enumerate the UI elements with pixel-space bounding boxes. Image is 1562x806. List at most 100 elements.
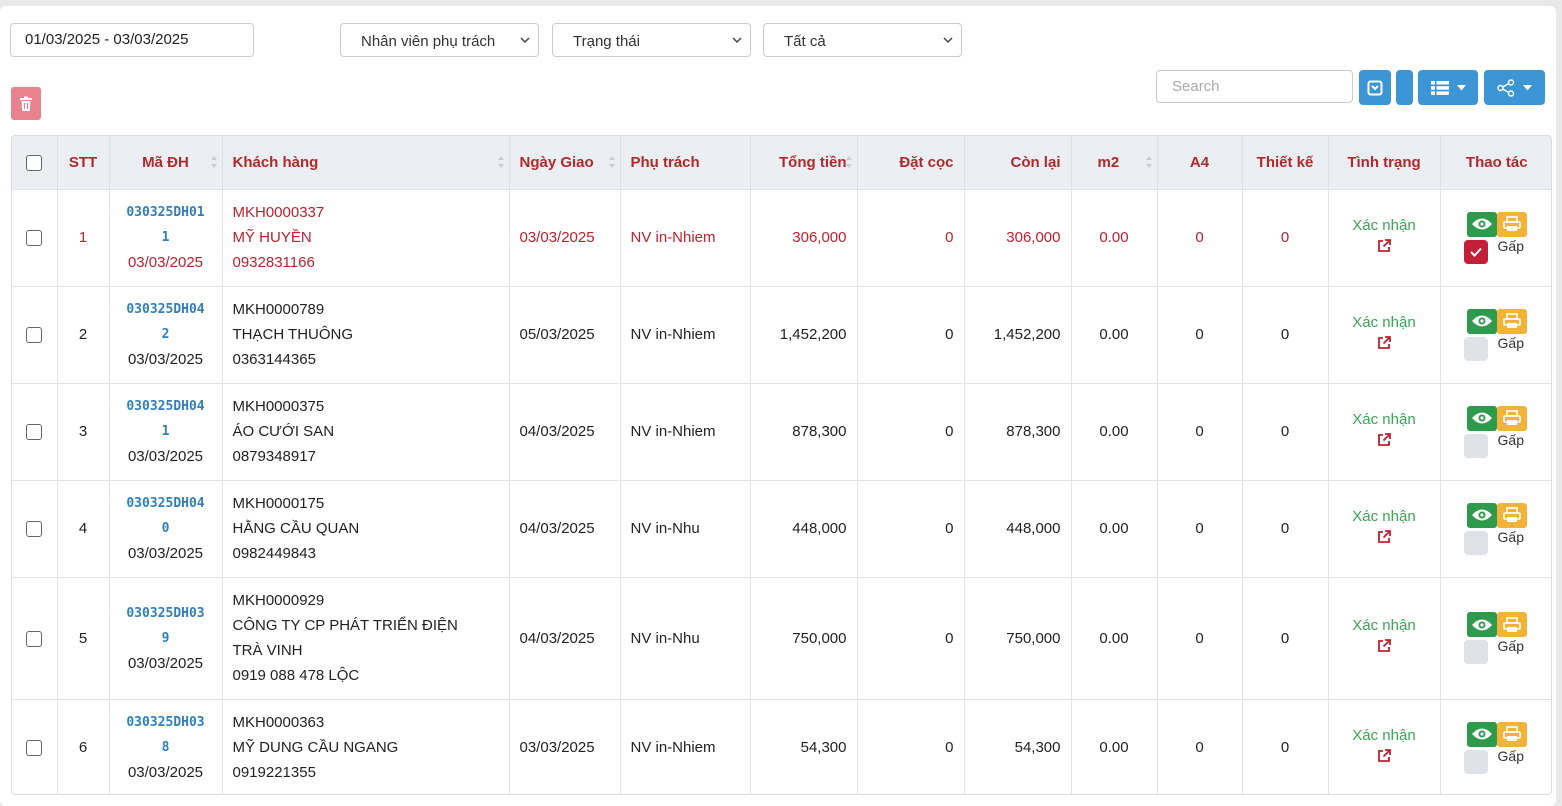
order-date: 03/03/2025 bbox=[127, 545, 204, 562]
export-button[interactable] bbox=[1359, 70, 1391, 105]
view-button[interactable] bbox=[1466, 612, 1497, 637]
row-checkbox[interactable] bbox=[26, 424, 43, 441]
header-staff[interactable]: Phụ trách bbox=[620, 136, 751, 189]
external-link-icon[interactable] bbox=[1376, 529, 1392, 545]
view-button[interactable] bbox=[1466, 308, 1497, 334]
urgent-toggle[interactable] bbox=[1463, 640, 1488, 664]
header-a4[interactable]: A4 bbox=[1157, 136, 1243, 189]
view-button[interactable] bbox=[1466, 211, 1497, 237]
header-customer[interactable]: Khách hàng bbox=[222, 136, 510, 189]
header-remaining[interactable]: Còn lại bbox=[964, 136, 1072, 189]
select-all-checkbox[interactable] bbox=[26, 154, 43, 171]
customer-phone: 0982449843 bbox=[232, 545, 316, 562]
urgent-toggle[interactable] bbox=[1463, 530, 1488, 555]
external-link-icon[interactable] bbox=[1376, 638, 1392, 654]
external-link-icon[interactable] bbox=[1376, 335, 1392, 351]
status-select[interactable]: Trạng thái bbox=[552, 23, 751, 57]
printer-icon bbox=[1502, 313, 1521, 328]
deposit-amount: 0 bbox=[857, 576, 965, 699]
check-icon bbox=[1469, 247, 1482, 257]
status-confirm-link[interactable]: Xác nhận bbox=[1339, 311, 1430, 335]
delivery-date: 05/03/2025 bbox=[509, 285, 621, 383]
order-code-link-suffix[interactable]: 0 bbox=[120, 516, 212, 541]
row-checkbox[interactable] bbox=[26, 327, 43, 344]
status-confirm-link[interactable]: Xác nhận bbox=[1339, 214, 1430, 238]
table-row[interactable]: 4 030325DH04 0 03/03/2025 MKH0000175 HẰN… bbox=[12, 479, 1551, 577]
customer-id: MKH0000337 bbox=[232, 204, 325, 221]
order-code-link-suffix[interactable]: 8 bbox=[120, 735, 212, 760]
all-select[interactable]: Tất cả bbox=[763, 23, 962, 57]
customer-name: ÁO CƯỚI SAN bbox=[232, 423, 335, 440]
print-button[interactable] bbox=[1496, 405, 1527, 431]
urgent-toggle[interactable] bbox=[1463, 239, 1488, 264]
urgent-label: Gấp bbox=[1497, 528, 1524, 545]
status-select-value: Trạng thái bbox=[573, 33, 640, 50]
customer-cell: MKH0000789 THẠCH THUÔNG 0363144365 bbox=[222, 285, 510, 383]
header-m2[interactable]: m2 bbox=[1071, 136, 1158, 189]
print-button[interactable] bbox=[1496, 502, 1527, 528]
staff-select[interactable]: Nhân viên phụ trách bbox=[340, 23, 539, 57]
order-code-link-suffix[interactable]: 9 bbox=[120, 626, 212, 651]
order-code-link-suffix[interactable]: 1 bbox=[120, 419, 212, 444]
urgent-toggle[interactable] bbox=[1463, 336, 1488, 361]
external-link-icon[interactable] bbox=[1376, 748, 1392, 764]
status-confirm-link[interactable]: Xác nhận bbox=[1339, 724, 1430, 748]
row-checkbox[interactable] bbox=[26, 740, 43, 757]
row-checkbox[interactable] bbox=[26, 630, 43, 647]
order-code-link[interactable]: 030325DH03 bbox=[120, 710, 212, 735]
header-delivery[interactable]: Ngày Giao bbox=[509, 136, 621, 189]
header-code[interactable]: Mã ĐH bbox=[109, 136, 223, 189]
external-link-icon[interactable] bbox=[1376, 238, 1392, 254]
header-status[interactable]: Tình trạng bbox=[1328, 136, 1441, 189]
date-range-picker[interactable]: 01/03/2025 - 03/03/2025 bbox=[10, 23, 254, 57]
share-dropdown-button[interactable] bbox=[1484, 70, 1545, 105]
table-row[interactable]: 5 030325DH03 9 03/03/2025 MKH0000929 CÔN… bbox=[12, 576, 1551, 699]
status-confirm-link[interactable]: Xác nhận bbox=[1339, 505, 1430, 529]
customer-name: MỸ HUYỀN bbox=[232, 229, 312, 246]
order-code-link-suffix[interactable]: 2 bbox=[120, 322, 212, 347]
view-button[interactable] bbox=[1466, 502, 1497, 528]
order-code-link[interactable]: 030325DH03 bbox=[120, 601, 212, 626]
header-stt[interactable]: STT bbox=[57, 136, 110, 189]
delete-button[interactable] bbox=[11, 87, 41, 120]
archive-icon bbox=[1367, 80, 1383, 95]
row-checkbox[interactable] bbox=[26, 230, 43, 247]
urgent-toggle[interactable] bbox=[1463, 433, 1488, 458]
print-button[interactable] bbox=[1496, 211, 1527, 237]
status-confirm-link[interactable]: Xác nhận bbox=[1339, 408, 1430, 432]
table-row[interactable]: 6 030325DH03 8 03/03/2025 MKH0000363 MỸ … bbox=[12, 698, 1551, 794]
trash-icon bbox=[20, 96, 32, 111]
urgent-toggle[interactable] bbox=[1463, 749, 1488, 774]
status-cell: Xác nhận bbox=[1328, 382, 1441, 480]
header-total[interactable]: Tổng tiền bbox=[750, 136, 858, 189]
row-select-cell bbox=[12, 188, 58, 286]
order-code-link[interactable]: 030325DH01 bbox=[120, 200, 212, 225]
design-value: 0 bbox=[1242, 479, 1329, 577]
table-row[interactable]: 3 030325DH04 1 03/03/2025 MKH0000375 ÁO … bbox=[12, 382, 1551, 480]
staff-select-value: Nhân viên phụ trách bbox=[361, 33, 496, 50]
header-design[interactable]: Thiết kế bbox=[1242, 136, 1329, 189]
order-code-cell: 030325DH01 1 03/03/2025 bbox=[109, 188, 223, 286]
toggle-button[interactable] bbox=[1396, 70, 1413, 105]
select-all-cell bbox=[12, 136, 58, 189]
external-link-icon[interactable] bbox=[1376, 432, 1392, 448]
print-button[interactable] bbox=[1496, 612, 1527, 637]
print-button[interactable] bbox=[1496, 721, 1527, 747]
status-confirm-link[interactable]: Xác nhận bbox=[1339, 614, 1430, 638]
action-cell: Gấp bbox=[1440, 576, 1551, 699]
eye-icon bbox=[1471, 728, 1492, 740]
chevron-down-icon bbox=[732, 37, 742, 44]
order-code-link[interactable]: 030325DH04 bbox=[120, 491, 212, 516]
view-button[interactable] bbox=[1466, 405, 1497, 431]
header-deposit[interactable]: Đặt cọc bbox=[857, 136, 965, 189]
order-code-link[interactable]: 030325DH04 bbox=[120, 297, 212, 322]
table-row[interactable]: 1 030325DH01 1 03/03/2025 MKH0000337 MỸ … bbox=[12, 188, 1551, 286]
row-checkbox[interactable] bbox=[26, 521, 43, 538]
view-button[interactable] bbox=[1466, 721, 1497, 747]
order-code-link-suffix[interactable]: 1 bbox=[120, 225, 212, 250]
table-row[interactable]: 2 030325DH04 2 03/03/2025 MKH0000789 THẠ… bbox=[12, 285, 1551, 383]
search-input[interactable] bbox=[1156, 70, 1353, 103]
print-button[interactable] bbox=[1496, 308, 1527, 334]
order-code-link[interactable]: 030325DH04 bbox=[120, 394, 212, 419]
columns-dropdown-button[interactable] bbox=[1418, 70, 1478, 105]
